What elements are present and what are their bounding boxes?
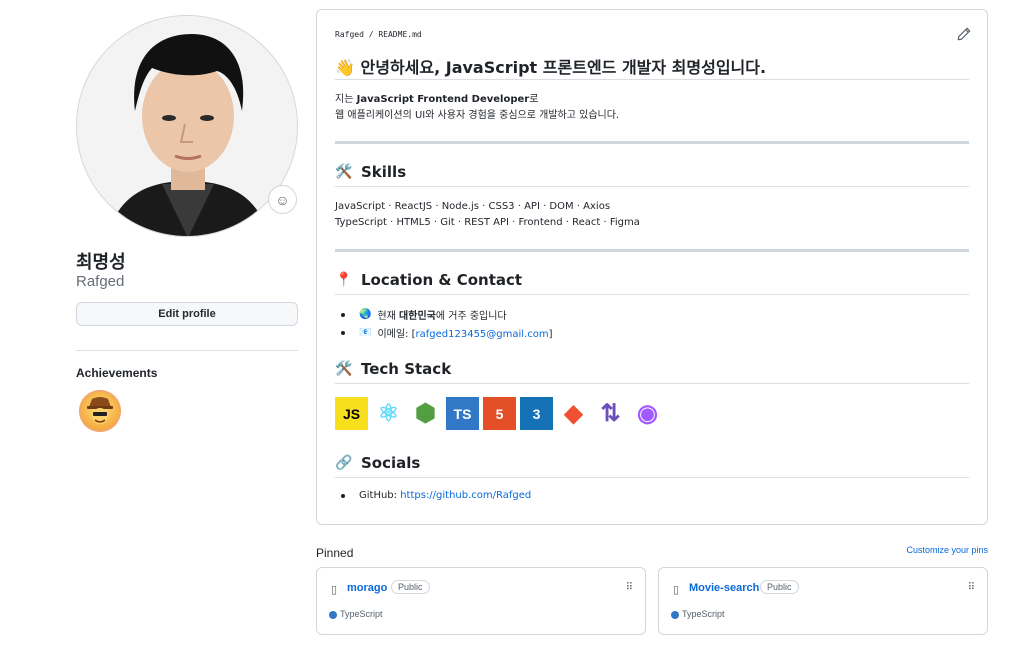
javascript-logo[interactable]: JS [335, 397, 368, 430]
heading-rule [335, 477, 969, 478]
tools-icon: 🛠️ [335, 361, 353, 377]
profile-name: 최명성 [76, 252, 126, 273]
readme-path-file[interactable]: README.md [378, 30, 421, 39]
profile-login: Rafged [76, 273, 125, 290]
tech-stack-heading: 🛠️ Tech Stack [335, 360, 452, 378]
repo-link[interactable]: Movie-search [689, 582, 759, 594]
repo-language: TypeScript [682, 609, 725, 619]
react-logo[interactable]: ⚛ [372, 397, 405, 430]
globe-icon: 🌏 [359, 309, 372, 320]
location-item: 🌏 현재 대한민국에 거주 중입니다 [341, 307, 507, 322]
edit-profile-button[interactable]: Edit profile [76, 302, 298, 326]
email-icon: 📧 [359, 327, 372, 338]
location-heading: 📍 Location & Contact [335, 271, 523, 289]
language-color-dot [329, 611, 337, 619]
github-link[interactable]: https://github.com/Rafged [400, 490, 531, 501]
link-icon: 🔗 [335, 455, 353, 471]
readme-path: Rafged / README.md [335, 30, 422, 39]
repo-language: TypeScript [340, 609, 383, 619]
readme-intro: 지는 JavaScript Frontend Developer로 웹 애플리케… [335, 94, 620, 121]
pin-icon: 📍 [335, 272, 353, 288]
html5-logo[interactable]: 5 [483, 397, 516, 430]
repo-icon: ▯ [673, 584, 680, 596]
visibility-badge: Public [760, 580, 799, 594]
language-color-dot [671, 611, 679, 619]
socials-heading: 🔗 Socials [335, 454, 421, 472]
customize-pins-link[interactable]: Customize your pins [906, 545, 988, 555]
typescript-logo[interactable]: TS [446, 397, 479, 430]
skills-heading: 🛠️ Skills [335, 163, 407, 181]
rest-api-logo[interactable]: ⇅ [594, 397, 627, 430]
achievement-badge[interactable] [79, 390, 121, 432]
achievements-title[interactable]: Achievements [76, 366, 157, 380]
achievement-badge-icon [87, 397, 113, 424]
edit-readme-button[interactable] [957, 27, 973, 43]
repo-icon: ▯ [331, 584, 338, 596]
avatar-container: ☺ [76, 15, 298, 237]
skills-list: JavaScript · ReactJS · Node.js · CSS3 · … [335, 201, 640, 228]
visibility-badge: Public [391, 580, 430, 594]
section-divider [335, 141, 969, 144]
heading-rule [335, 79, 969, 80]
css3-logo[interactable]: 3 [520, 397, 553, 430]
readme-title-text: 안녕하세요, JavaScript 프론트엔드 개발자 최명성입니다. [360, 58, 767, 77]
section-divider [335, 249, 969, 252]
pinned-title: Pinned [316, 546, 354, 560]
waving-hand-icon: 👋 [335, 58, 355, 77]
readme-path-user[interactable]: Rafged [335, 30, 364, 39]
tech-stack-logos: JS ⚛ ⬢ TS 5 3 ◆ ⇅ ◉ [335, 397, 664, 430]
drag-handle-icon[interactable]: ⠿ [626, 582, 633, 593]
email-link[interactable]: rafged123455@gmail.com [416, 329, 549, 340]
avatar[interactable] [76, 15, 298, 237]
smiley-icon: ☺ [275, 191, 290, 208]
pencil-icon [957, 27, 971, 41]
heading-rule [335, 383, 969, 384]
nodejs-logo[interactable]: ⬢ [409, 397, 442, 430]
tools-icon: 🛠️ [335, 164, 353, 180]
drag-handle-icon[interactable]: ⠿ [968, 582, 975, 593]
github-item: GitHub: https://github.com/Rafged [341, 490, 531, 501]
pinned-repo-card: ▯ morago Public ⠿ TypeScript [316, 567, 646, 635]
divider [76, 350, 298, 351]
figma-logo[interactable]: ◉ [631, 397, 664, 430]
set-status-button[interactable]: ☺ [268, 185, 297, 214]
profile-readme: Rafged / README.md 👋 안녕하세요, JavaScript 프… [316, 9, 988, 525]
pinned-repo-card: ▯ Movie-search Public ⠿ TypeScript [658, 567, 988, 635]
readme-title: 👋 안녕하세요, JavaScript 프론트엔드 개발자 최명성입니다. [335, 54, 766, 78]
heading-rule [335, 294, 969, 295]
avatar-photo [77, 16, 297, 236]
email-item: 📧 이메일: [rafged123455@gmail.com] [341, 325, 553, 340]
repo-link[interactable]: morago [347, 582, 387, 594]
heading-rule [335, 186, 969, 187]
git-logo[interactable]: ◆ [557, 397, 590, 430]
